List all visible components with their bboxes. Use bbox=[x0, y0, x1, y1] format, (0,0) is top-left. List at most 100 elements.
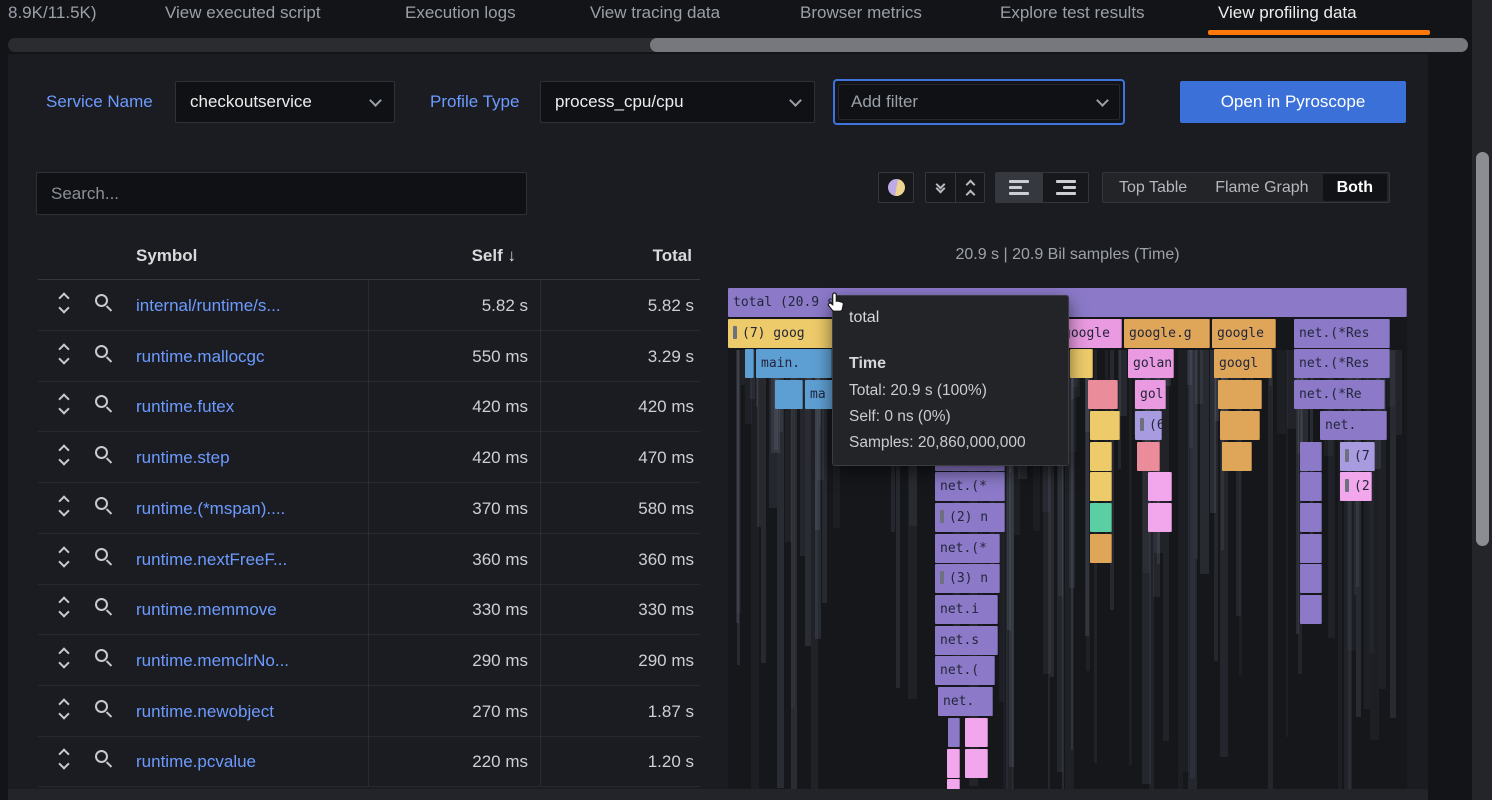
flame-frame[interactable] bbox=[1222, 442, 1252, 471]
align-right-button[interactable] bbox=[1042, 173, 1088, 202]
symbol-link[interactable]: runtime.nextFreeF... bbox=[136, 534, 287, 585]
symbol-link[interactable]: runtime.memmove bbox=[136, 584, 277, 635]
symbol-link[interactable]: runtime.memclrNo... bbox=[136, 635, 289, 686]
flame-frame[interactable] bbox=[1300, 595, 1322, 624]
color-scheme-button[interactable] bbox=[878, 172, 914, 203]
sandwich-view-icon[interactable] bbox=[60, 598, 68, 616]
flame-frame[interactable]: google.g bbox=[1124, 319, 1210, 348]
flame-frame[interactable] bbox=[1070, 349, 1093, 378]
symbol-link[interactable]: runtime.mallocgc bbox=[136, 331, 265, 382]
sandwich-view-icon[interactable] bbox=[60, 700, 68, 718]
flame-frame[interactable] bbox=[1300, 442, 1322, 471]
tab-view-profiling-data[interactable]: View profiling data bbox=[1218, 0, 1357, 30]
flame-frame[interactable]: net.i bbox=[935, 595, 998, 624]
sandwich-view-icon[interactable] bbox=[60, 446, 68, 464]
sandwich-view-icon[interactable] bbox=[60, 497, 68, 515]
flame-frame[interactable]: main. bbox=[756, 349, 832, 378]
flame-frame[interactable] bbox=[1148, 503, 1172, 532]
tab-8-9k-11-5k-[interactable]: 8.9K/11.5K) bbox=[8, 0, 97, 30]
flame-frame[interactable] bbox=[745, 349, 754, 378]
view-option-flame-graph[interactable]: Flame Graph bbox=[1201, 174, 1322, 201]
flame-frame[interactable] bbox=[1088, 380, 1118, 409]
view-option-top-table[interactable]: Top Table bbox=[1105, 174, 1201, 201]
table-row[interactable]: runtime.memclrNo...290 ms290 ms bbox=[38, 635, 700, 686]
flame-frame[interactable] bbox=[965, 718, 988, 747]
table-row[interactable]: runtime.futex420 ms420 ms bbox=[38, 381, 700, 432]
flame-frame[interactable] bbox=[1137, 442, 1160, 471]
sandwich-view-icon[interactable] bbox=[60, 345, 68, 363]
tab-browser-metrics[interactable]: Browser metrics bbox=[800, 0, 922, 30]
flame-frame[interactable] bbox=[1090, 472, 1112, 501]
flame-frame[interactable]: (7) goog bbox=[728, 319, 840, 348]
align-left-button[interactable] bbox=[996, 173, 1042, 202]
table-row[interactable]: runtime.newobject270 ms1.87 s bbox=[38, 686, 700, 737]
search-symbol-icon[interactable] bbox=[95, 395, 117, 417]
search-symbol-icon[interactable] bbox=[95, 294, 117, 316]
collapse-all-button[interactable] bbox=[926, 173, 955, 202]
flame-frame[interactable] bbox=[775, 380, 803, 409]
table-row[interactable]: runtime.(*mspan)....370 ms580 ms bbox=[38, 483, 700, 534]
search-symbol-icon[interactable] bbox=[95, 446, 117, 468]
flame-frame[interactable]: gol bbox=[1135, 380, 1166, 409]
flame-frame[interactable] bbox=[965, 749, 988, 778]
table-row[interactable]: internal/runtime/s...5.82 s5.82 s bbox=[38, 280, 700, 331]
symbol-link[interactable]: runtime.pcvalue bbox=[136, 736, 256, 787]
flame-frame[interactable] bbox=[1300, 503, 1322, 532]
flame-frame[interactable] bbox=[1148, 472, 1172, 501]
flame-frame[interactable]: (7 bbox=[1340, 442, 1375, 471]
column-header-symbol[interactable]: Symbol bbox=[136, 246, 197, 266]
flame-frame[interactable]: google bbox=[1212, 319, 1276, 348]
table-row[interactable]: runtime.mallocgc550 ms3.29 s bbox=[38, 331, 700, 382]
tab-explore-test-results[interactable]: Explore test results bbox=[1000, 0, 1145, 30]
flame-frame[interactable] bbox=[1300, 534, 1322, 563]
symbol-link[interactable]: internal/runtime/s... bbox=[136, 280, 281, 331]
flame-frame[interactable]: (2) n bbox=[935, 503, 1005, 532]
symbol-link[interactable]: runtime.newobject bbox=[136, 686, 274, 737]
search-symbol-icon[interactable] bbox=[95, 750, 117, 772]
flame-frame[interactable] bbox=[948, 718, 960, 747]
symbol-link[interactable]: runtime.futex bbox=[136, 381, 234, 432]
column-header-total[interactable]: Total bbox=[552, 246, 692, 266]
flame-frame[interactable]: net.(* bbox=[935, 534, 1000, 563]
flame-frame[interactable]: (6 bbox=[1135, 411, 1162, 440]
flame-frame[interactable] bbox=[1300, 472, 1322, 501]
column-header-self[interactable]: Self ↓ bbox=[368, 246, 516, 266]
flame-frame[interactable] bbox=[1090, 503, 1112, 532]
symbol-link[interactable]: runtime.(*mspan).... bbox=[136, 483, 285, 534]
flame-frame[interactable]: googl bbox=[1214, 349, 1272, 378]
flame-frame[interactable] bbox=[1090, 411, 1120, 440]
flame-frame[interactable]: net.(* bbox=[935, 472, 1005, 501]
flame-frame[interactable]: net. bbox=[938, 687, 993, 716]
flame-frame[interactable]: net. bbox=[1320, 411, 1387, 440]
vertical-scrollbar-thumb[interactable] bbox=[1476, 152, 1489, 546]
tab-view-executed-script[interactable]: View executed script bbox=[165, 0, 321, 30]
add-filter-select[interactable]: Add filter bbox=[833, 79, 1125, 125]
open-in-pyroscope-button[interactable]: Open in Pyroscope bbox=[1180, 81, 1406, 123]
flame-frame[interactable]: net.s bbox=[935, 626, 998, 655]
search-symbol-icon[interactable] bbox=[95, 548, 117, 570]
flame-frame[interactable]: golan bbox=[1128, 349, 1174, 378]
flame-frame[interactable] bbox=[1090, 442, 1112, 471]
search-input[interactable] bbox=[36, 172, 527, 215]
flame-frame[interactable]: (2 bbox=[1340, 472, 1372, 501]
tab-execution-logs[interactable]: Execution logs bbox=[405, 0, 516, 30]
symbol-link[interactable]: runtime.step bbox=[136, 432, 230, 483]
flame-frame[interactable]: net.(*Re bbox=[1294, 380, 1385, 409]
service-name-select[interactable]: checkoutservice bbox=[175, 81, 395, 123]
sandwich-view-icon[interactable] bbox=[60, 395, 68, 413]
flame-frame[interactable] bbox=[1218, 380, 1262, 409]
search-symbol-icon[interactable] bbox=[95, 598, 117, 620]
sandwich-view-icon[interactable] bbox=[60, 649, 68, 667]
flame-frame[interactable]: net.( bbox=[935, 656, 995, 685]
flame-frame[interactable] bbox=[1300, 564, 1322, 593]
flame-frame[interactable]: net.(*Res bbox=[1294, 349, 1390, 378]
flame-frame[interactable]: net.(*Res bbox=[1294, 319, 1390, 348]
sandwich-view-icon[interactable] bbox=[60, 750, 68, 768]
expand-all-button[interactable] bbox=[955, 173, 984, 202]
sandwich-view-icon[interactable] bbox=[60, 294, 68, 312]
bottom-scroll-strip[interactable] bbox=[8, 789, 1428, 800]
table-row[interactable]: runtime.memmove330 ms330 ms bbox=[38, 584, 700, 635]
search-symbol-icon[interactable] bbox=[95, 700, 117, 722]
table-row[interactable]: runtime.step420 ms470 ms bbox=[38, 432, 700, 483]
view-option-both[interactable]: Both bbox=[1323, 174, 1387, 201]
